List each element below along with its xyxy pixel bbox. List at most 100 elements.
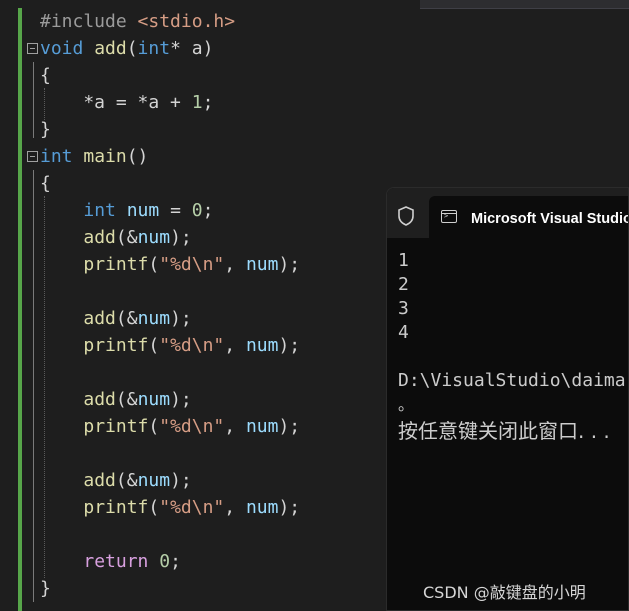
terminal-icon	[441, 210, 457, 223]
shield-icon	[398, 206, 414, 226]
code-line[interactable]: {	[40, 170, 51, 197]
code-token: num	[245, 497, 279, 518]
code-token: int	[137, 38, 171, 59]
code-token: );	[278, 497, 301, 518]
code-line[interactable]: return 0;	[40, 548, 181, 575]
code-token: int	[40, 146, 84, 167]
code-line[interactable]: add(&num);	[40, 305, 192, 332]
code-line[interactable]: void add(int* a)	[40, 35, 213, 62]
code-token: ;	[170, 551, 181, 572]
code-token: num	[137, 227, 171, 248]
collapse-main-icon[interactable]	[27, 151, 38, 162]
scope-dropdown[interactable]	[420, 0, 629, 9]
console-output-line: 2	[398, 274, 409, 295]
code-token: ;	[202, 92, 214, 113]
code-token: main	[83, 146, 127, 167]
code-token: 1	[191, 92, 203, 113]
code-line[interactable]: }	[40, 116, 51, 143]
code-token: num	[245, 416, 279, 437]
console-output-line: 4	[398, 322, 409, 343]
code-token: }	[40, 578, 51, 599]
code-token: "%d\n"	[159, 416, 225, 437]
console-punct: 。	[398, 395, 415, 414]
code-token: num	[245, 335, 279, 356]
code-line[interactable]: }	[40, 575, 51, 602]
code-line[interactable]: int main()	[40, 143, 148, 170]
code-token: ,	[224, 254, 246, 275]
scope-line-main	[33, 170, 34, 602]
code-token: (	[148, 497, 160, 518]
code-line[interactable]: {	[40, 62, 51, 89]
code-token: num	[137, 389, 171, 410]
code-line[interactable]: add(&num);	[40, 386, 192, 413]
code-line[interactable]: printf("%d\n", num);	[40, 332, 300, 359]
console-path-line: D:\VisualStudio\daima	[398, 370, 626, 391]
code-token: printf	[83, 416, 149, 437]
code-token: "%d\n"	[159, 335, 225, 356]
code-token: );	[170, 389, 192, 410]
code-token: *a = *a +	[40, 92, 192, 113]
code-token: ,	[224, 335, 246, 356]
code-line[interactable]: add(&num);	[40, 224, 192, 251]
scope-line-add	[33, 62, 34, 138]
code-line[interactable]: #include <stdio.h>	[40, 8, 235, 35]
code-token: "%d\n"	[159, 254, 225, 275]
code-token: 0	[159, 551, 171, 572]
console-tab[interactable]: Microsoft Visual Studio 调试控制台	[429, 196, 628, 238]
code-token: (&	[115, 308, 138, 329]
code-token: "%d\n"	[159, 497, 225, 518]
code-token: );	[278, 335, 301, 356]
code-token: );	[170, 308, 192, 329]
code-token: {	[40, 173, 51, 194]
code-token: num	[137, 308, 171, 329]
code-token: add	[83, 389, 116, 410]
code-token: num	[137, 470, 171, 491]
code-token: (	[148, 335, 160, 356]
code-token: ,	[224, 416, 246, 437]
collapse-add-icon[interactable]	[27, 43, 38, 54]
code-token: <stdio.h>	[137, 11, 236, 32]
code-token: num	[126, 200, 160, 221]
code-line[interactable]: *a = *a + 1;	[40, 89, 213, 116]
code-token: (&	[115, 227, 138, 248]
console-close-prompt: 按任意键关闭此窗口. . .	[398, 419, 610, 443]
code-token: {	[40, 65, 51, 86]
code-token: );	[170, 227, 192, 248]
code-token: ,	[224, 497, 246, 518]
code-line[interactable]: printf("%d\n", num);	[40, 251, 300, 278]
console-titlebar[interactable]: Microsoft Visual Studio 调试控制台	[387, 188, 628, 238]
code-token: add	[94, 38, 127, 59]
code-token: int	[83, 200, 127, 221]
code-token: add	[83, 470, 116, 491]
code-token: ()	[126, 146, 149, 167]
console-output-line: 3	[398, 298, 409, 319]
code-token: =	[159, 200, 192, 221]
code-token: );	[278, 416, 301, 437]
code-line[interactable]: int num = 0;	[40, 197, 213, 224]
code-line[interactable]: add(&num);	[40, 467, 192, 494]
code-token: );	[278, 254, 301, 275]
code-line[interactable]: printf("%d\n", num);	[40, 494, 300, 521]
code-token: );	[170, 470, 192, 491]
code-token: 0	[191, 200, 203, 221]
change-tracking-bar	[18, 8, 22, 611]
code-token: printf	[83, 254, 149, 275]
console-output-line: 1	[398, 250, 409, 271]
code-token: (	[148, 254, 160, 275]
code-token: num	[245, 254, 279, 275]
code-token: printf	[83, 497, 149, 518]
debug-console-window[interactable]: Microsoft Visual Studio 调试控制台 1 2 3 4 D:…	[386, 187, 629, 611]
code-line[interactable]: printf("%d\n", num);	[40, 413, 300, 440]
code-token: return	[83, 551, 160, 572]
code-token: (&	[115, 470, 138, 491]
code-token: ;	[202, 200, 214, 221]
